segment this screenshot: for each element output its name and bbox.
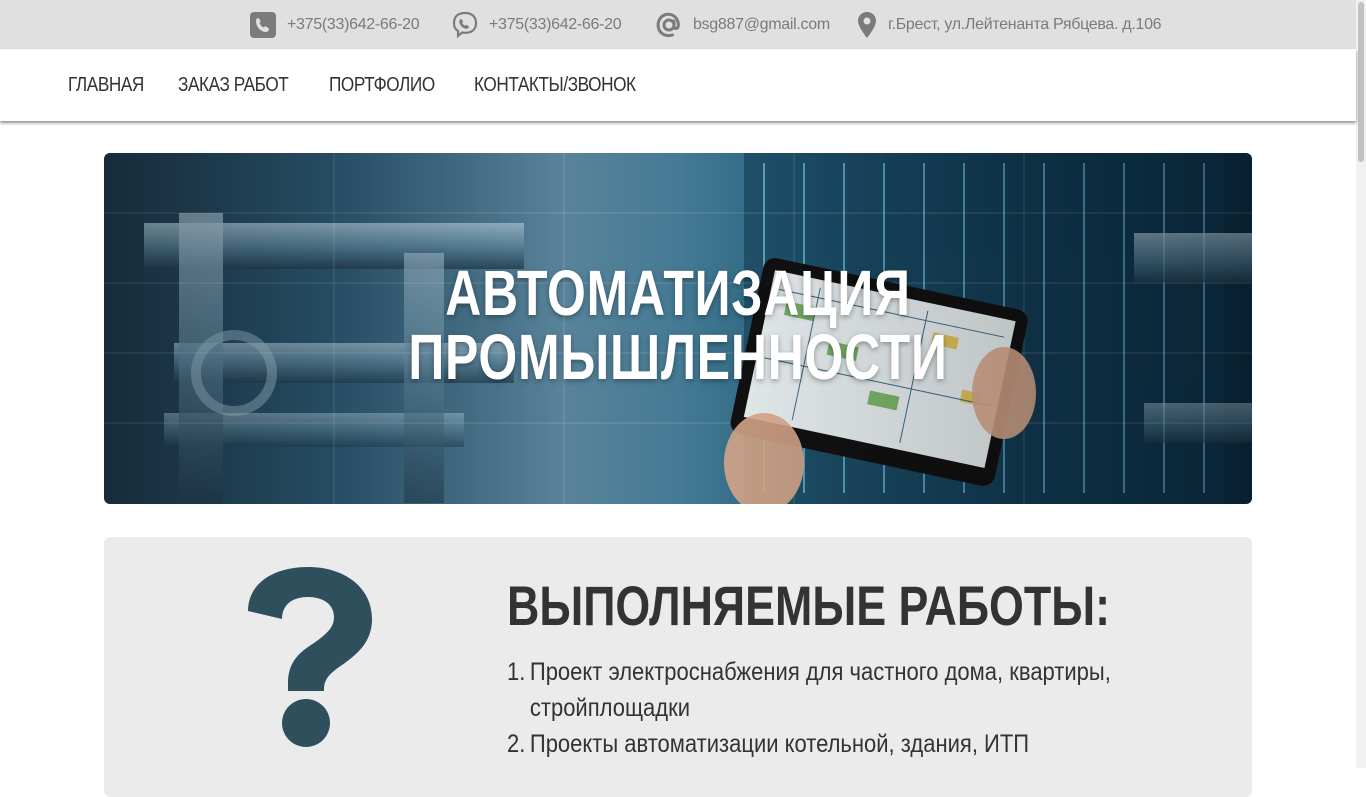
hero-title-line2: ПРОМЫШЛЕННОСТИ xyxy=(408,321,948,393)
contact-viber-text: +375(33)642-66-20 xyxy=(489,16,622,33)
hero-title-line1: АВТОМАТИЗАЦИЯ xyxy=(445,257,911,329)
nav-item-contacts[interactable]: КОНТАКТЫ/ЗВОНОК xyxy=(474,74,636,97)
list-item-number: 1. xyxy=(507,658,526,686)
contact-address-text: г.Брест, ул.Лейтенанта Рябцева. д.106 xyxy=(888,16,1162,33)
phone-icon xyxy=(249,11,277,39)
contact-email[interactable]: bsg887@gmail.com xyxy=(655,10,830,40)
contact-address[interactable]: г.Брест, ул.Лейтенанта Рябцева. д.106 xyxy=(856,10,1162,40)
viber-icon xyxy=(451,11,479,39)
contact-phone-text: +375(33)642-66-20 xyxy=(287,16,420,33)
nav-item-order[interactable]: ЗАКАЗ РАБОТ xyxy=(178,74,289,97)
list-item-number: 2. xyxy=(507,730,526,758)
scrollbar-thumb[interactable] xyxy=(1358,2,1364,162)
contact-phone[interactable]: +375(33)642-66-20 xyxy=(249,10,420,40)
list-item: 2. Проекты автоматизации котельной, здан… xyxy=(507,726,1137,762)
works-list: 1. Проект электроснабжения для частного … xyxy=(507,654,1227,762)
nav-item-portfolio[interactable]: ПОРТФОЛИО xyxy=(329,74,435,97)
map-pin-icon xyxy=(856,11,878,39)
works-section: ВЫПОЛНЯЕМЫЕ РАБОТЫ: 1. Проект электросна… xyxy=(104,537,1252,797)
at-sign-icon xyxy=(655,11,683,39)
contact-viber[interactable]: +375(33)642-66-20 xyxy=(451,10,622,40)
list-item: 1. Проект электроснабжения для частного … xyxy=(507,654,1137,726)
list-item-text: Проекты автоматизации котельной, здания,… xyxy=(529,730,1030,758)
question-mark-icon xyxy=(248,567,372,747)
page-scrollbar[interactable] xyxy=(1356,0,1366,768)
list-item-text: Проект электроснабжения для частного дом… xyxy=(529,658,1111,722)
hero-title: АВТОМАТИЗАЦИЯ ПРОМЫШЛЕННОСТИ xyxy=(230,261,1125,389)
works-heading: ВЫПОЛНЯЕМЫЕ РАБОТЫ: xyxy=(507,574,1111,637)
main-nav: ГЛАВНАЯ ЗАКАЗ РАБОТ ПОРТФОЛИО КОНТАКТЫ/З… xyxy=(0,49,1356,121)
hero-banner: АВТОМАТИЗАЦИЯ ПРОМЫШЛЕННОСТИ xyxy=(104,153,1252,504)
top-contact-bar: +375(33)642-66-20 +375(33)642-66-20 bsg8… xyxy=(0,0,1356,49)
nav-item-home[interactable]: ГЛАВНАЯ xyxy=(68,74,144,97)
contact-email-text: bsg887@gmail.com xyxy=(693,16,830,33)
